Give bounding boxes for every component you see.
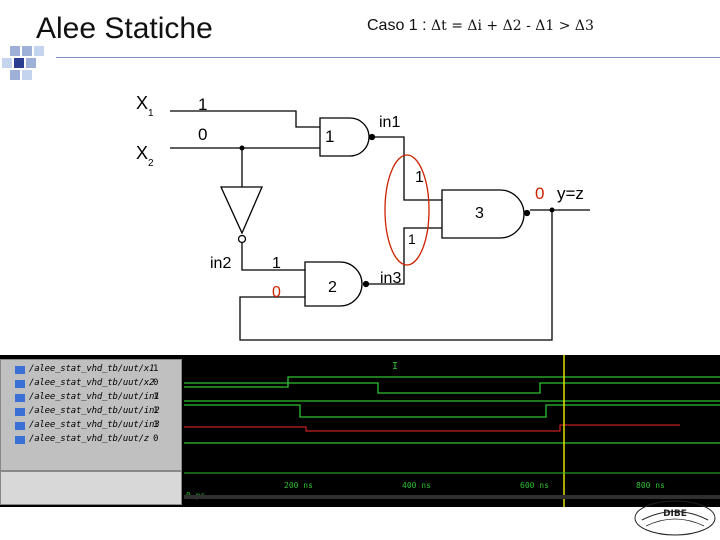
- signal-icon: [15, 394, 25, 402]
- nand-gate-1-bubble: [368, 133, 376, 141]
- time-label-200: 200 ns: [284, 481, 313, 490]
- wire-in1: [374, 136, 442, 201]
- trace-x2: [184, 382, 720, 394]
- not-gate: [219, 186, 263, 235]
- circuit-diagram: X 1 X 2 1 0 1 in1 1 3 0 y=z 1 in2 1 0 2 …: [136, 93, 590, 341]
- cursor-label: I: [392, 361, 398, 372]
- output-label: y=z: [557, 184, 584, 203]
- cursor-panel: [0, 471, 182, 505]
- trace-in2: [184, 404, 720, 418]
- university-logo: DIBE: [634, 500, 716, 536]
- svg-text:DIBE: DIBE: [663, 509, 687, 519]
- gate3-number: 3: [475, 205, 484, 222]
- gate2-input-bottom-value: 0: [272, 284, 281, 301]
- x1-subscript: 1: [148, 108, 154, 119]
- time-label-600: 600 ns: [520, 481, 549, 490]
- x1-label: X: [136, 93, 148, 113]
- junction-x2: [239, 145, 245, 151]
- signal-icon: [15, 380, 25, 388]
- signal-row[interactable]: /alee_stat_vhd_tb/uut/in1 1: [1, 391, 181, 405]
- signal-row[interactable]: /alee_stat_vhd_tb/uut/z 0: [1, 433, 181, 447]
- in1-value: 1: [415, 169, 424, 186]
- x2-value: 0: [198, 125, 207, 144]
- wire-x1: [170, 110, 320, 128]
- signal-icon: [15, 422, 25, 430]
- output-value: 0: [535, 184, 544, 203]
- nand-gate-3-bubble: [523, 209, 531, 217]
- signal-row[interactable]: /alee_stat_vhd_tb/uut/in3 1: [1, 419, 181, 433]
- nand-gate-2-bubble: [362, 280, 370, 288]
- signal-row[interactable]: /alee_stat_vhd_tb/uut/x2 0: [1, 377, 181, 391]
- x2-label: X: [136, 143, 148, 163]
- signal-icon: [15, 366, 25, 374]
- signal-icon: [15, 408, 25, 416]
- in2-value: 1: [272, 255, 281, 272]
- gate1-number: 1: [325, 127, 334, 146]
- signal-name-panel[interactable]: /alee_stat_vhd_tb/uut/x1 1 /alee_stat_vhd…: [0, 359, 182, 471]
- junction-out: [549, 207, 555, 213]
- in1-label: in1: [379, 114, 400, 131]
- in2-label: in2: [210, 255, 231, 272]
- x1-value: 1: [198, 95, 207, 114]
- time-label-800: 800 ns: [636, 481, 665, 490]
- time-label-400: 400 ns: [402, 481, 431, 490]
- in3-label: in3: [380, 270, 401, 287]
- gate3-input-bottom-value: 1: [408, 231, 416, 247]
- signal-row[interactable]: /alee_stat_vhd_tb/uut/in2 1: [1, 405, 181, 419]
- signal-icon: [15, 436, 25, 444]
- trace-x1: [184, 376, 720, 388]
- gate2-number: 2: [328, 279, 337, 296]
- not-gate-bubble: [237, 234, 247, 244]
- trace-in3: [184, 424, 680, 432]
- signal-row[interactable]: /alee_stat_vhd_tb/uut/x1 1: [1, 363, 181, 377]
- x2-subscript: 2: [148, 158, 154, 169]
